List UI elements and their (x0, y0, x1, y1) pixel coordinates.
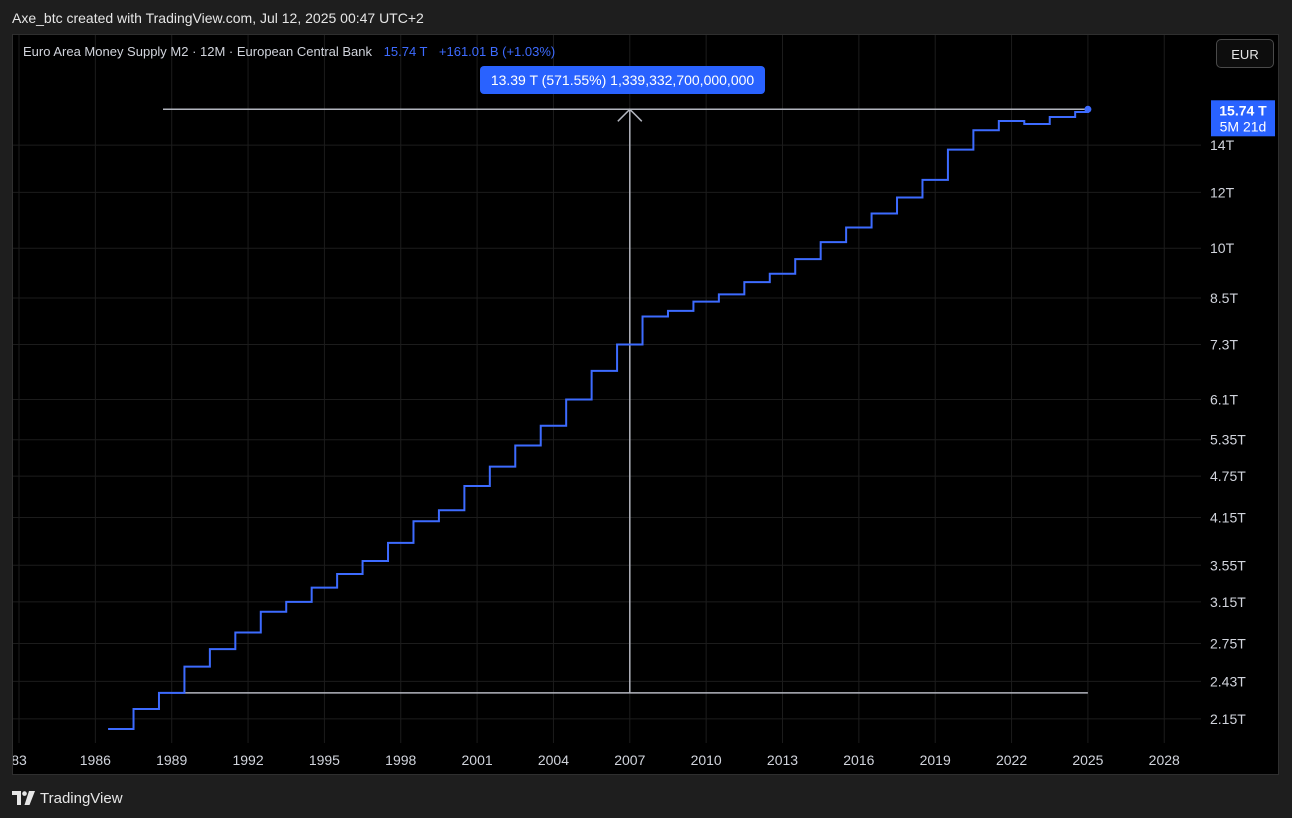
footer: TradingView (12, 788, 123, 808)
y-tick-label: 4.75T (1210, 468, 1246, 484)
y-tick-label: 7.3T (1210, 337, 1238, 353)
y-tick-label: 12T (1210, 184, 1235, 200)
y-tick-label: 4.15T (1210, 509, 1246, 525)
legend-title: Euro Area Money Supply M2 · 12M · Europe… (23, 44, 373, 59)
y-tick-label: 10T (1210, 240, 1235, 256)
y-tick-label: 6.1T (1210, 392, 1238, 408)
top-bar: Axe_btc created with TradingView.com, Ju… (0, 0, 1292, 34)
y-tick-label: 3.55T (1210, 557, 1246, 573)
y-tick-label: 2.15T (1210, 711, 1246, 727)
last-point-marker (1084, 105, 1092, 113)
x-tick-label: 2019 (920, 752, 951, 768)
legend-change: +161.01 B (+1.03%) (438, 44, 556, 59)
x-tick-label: 2016 (843, 752, 874, 768)
y-tick-label: 3.15T (1210, 594, 1246, 610)
x-tick-label: 1995 (309, 752, 340, 768)
x-tick-label: 2004 (538, 752, 569, 768)
tradingview-logo-icon[interactable] (12, 791, 36, 805)
x-tick-label: 2028 (1149, 752, 1180, 768)
x-tick-label: 1986 (80, 752, 111, 768)
x-tick-label: 2001 (462, 752, 493, 768)
y-tick-label: 2.43T (1210, 673, 1246, 689)
chart-panel[interactable]: 83 1986 1989 1992 1995 1998 2001 2004 2007 2010 20… (12, 34, 1279, 775)
x-tick-label: 2010 (691, 752, 722, 768)
x-tick-label: 2007 (614, 752, 645, 768)
currency-button[interactable]: EUR (1216, 39, 1274, 68)
chart-canvas[interactable]: 83 1986 1989 1992 1995 1998 2001 2004 2007 2010 20… (13, 35, 1279, 775)
price-badge-countdown: 5M 21d (1220, 118, 1267, 134)
y-tick-label: 2.75T (1210, 635, 1246, 651)
legend-value: 15.74 T (383, 44, 428, 59)
x-tick-label: 2025 (1072, 752, 1103, 768)
footer-brand[interactable]: TradingView (40, 790, 123, 807)
x-tick-label: 1992 (232, 752, 263, 768)
y-tick-label: 5.35T (1210, 432, 1246, 448)
y-tick-label: 8.5T (1210, 290, 1238, 306)
measure-tooltip: 13.39 T (571.55%) 1,339,332,700,000,000 (480, 66, 765, 94)
series-legend[interactable]: Euro Area Money Supply M2 · 12M · Europe… (23, 44, 555, 59)
x-tick-label: 1998 (385, 752, 416, 768)
x-tick-label: 2013 (767, 752, 798, 768)
series-line (108, 109, 1089, 730)
x-tick-label: 2022 (996, 752, 1027, 768)
price-badge-value: 15.74 T (1219, 102, 1267, 118)
x-tick-label: 1989 (156, 752, 187, 768)
x-tick-label: 83 (13, 752, 27, 768)
chart-caption: Axe_btc created with TradingView.com, Ju… (12, 10, 424, 26)
y-tick-label: 14T (1210, 137, 1235, 153)
